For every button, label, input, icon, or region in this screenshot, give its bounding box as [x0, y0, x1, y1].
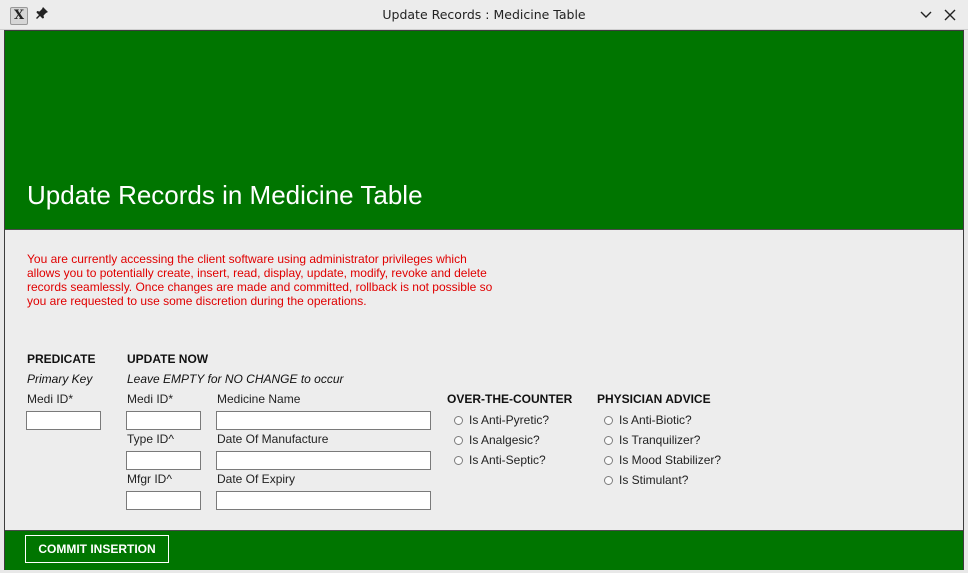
- anti-septic-radio[interactable]: Is Anti-Septic?: [454, 452, 549, 468]
- page-title: Update Records in Medicine Table: [27, 180, 423, 210]
- anti-septic-label: Is Anti-Septic?: [469, 453, 546, 467]
- analgesic-radio[interactable]: Is Analgesic?: [454, 432, 549, 448]
- chevron-down-icon[interactable]: [918, 7, 934, 23]
- analgesic-label: Is Analgesic?: [469, 433, 540, 447]
- predicate-heading: PREDICATE: [27, 352, 96, 366]
- update-medi-id-input[interactable]: [126, 411, 201, 430]
- mfgr-id-input[interactable]: [126, 491, 201, 510]
- commit-insertion-button[interactable]: COMMIT INSERTION: [25, 535, 169, 563]
- mood-stabilizer-label: Is Mood Stabilizer?: [619, 453, 722, 467]
- tranquilizer-label: Is Tranquilizer?: [619, 433, 701, 447]
- stimulant-label: Is Stimulant?: [619, 473, 689, 487]
- update-medi-id-label: Medi ID*: [127, 392, 174, 406]
- predicate-medi-id-input[interactable]: [26, 411, 101, 430]
- pin-icon[interactable]: [34, 6, 50, 22]
- tranquilizer-radio[interactable]: Is Tranquilizer?: [604, 432, 721, 448]
- otc-heading: OVER-THE-COUNTER: [447, 392, 573, 406]
- type-id-label: Type ID^: [127, 432, 174, 446]
- update-now-heading: UPDATE NOW: [127, 352, 209, 366]
- physician-heading: PHYSICIAN ADVICE: [597, 392, 711, 406]
- update-now-subheading: Leave EMPTY for NO CHANGE to occur: [127, 372, 344, 386]
- predicate-medi-id-label: Medi ID*: [27, 392, 74, 406]
- medicine-name-input[interactable]: [216, 411, 431, 430]
- title-bar: [0, 0, 968, 30]
- admin-warning-text: You are currently accessing the client s…: [27, 252, 493, 308]
- date-of-manufacture-input[interactable]: [216, 451, 431, 470]
- medicine-name-label: Medicine Name: [217, 392, 301, 406]
- anti-biotic-radio[interactable]: Is Anti-Biotic?: [604, 412, 721, 428]
- type-id-input[interactable]: [126, 451, 201, 470]
- close-icon[interactable]: [942, 7, 958, 23]
- mfgr-id-label: Mfgr ID^: [127, 472, 172, 486]
- date-of-expiry-label: Date Of Expiry: [217, 472, 296, 486]
- physician-options: Is Anti-Biotic? Is Tranquilizer? Is Mood…: [604, 412, 721, 488]
- date-of-manufacture-label: Date Of Manufacture: [217, 432, 329, 446]
- x-app-icon[interactable]: X: [10, 7, 28, 25]
- anti-pyretic-radio[interactable]: Is Anti-Pyretic?: [454, 412, 549, 428]
- mood-stabilizer-radio[interactable]: Is Mood Stabilizer?: [604, 452, 721, 468]
- anti-biotic-label: Is Anti-Biotic?: [619, 413, 692, 427]
- stimulant-radio[interactable]: Is Stimulant?: [604, 472, 721, 488]
- otc-options: Is Anti-Pyretic? Is Analgesic? Is Anti-S…: [454, 412, 549, 468]
- date-of-expiry-input[interactable]: [216, 491, 431, 510]
- anti-pyretic-label: Is Anti-Pyretic?: [469, 413, 550, 427]
- predicate-subheading: Primary Key: [27, 372, 93, 386]
